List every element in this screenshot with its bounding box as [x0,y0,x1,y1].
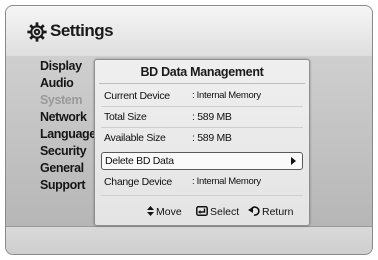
menu-item-support[interactable]: Support [40,177,96,194]
row-value: : 589 MB [192,132,232,144]
info-row-available-size: Available Size : 589 MB [104,129,301,147]
menu-item-network[interactable]: Network [40,109,96,126]
return-icon [248,206,260,217]
return-hint: Return [248,204,294,220]
row-value: : 589 MB [192,111,232,123]
change-device-button[interactable]: Change Device : Internal Memory [104,173,301,191]
info-row-total-size: Total Size : 589 MB [104,108,301,126]
dialog-footer: Move Select Return [95,204,309,220]
enter-icon [196,206,208,217]
delete-bd-data-button[interactable]: Delete BD Data [101,152,303,170]
row-label: Available Size [104,132,166,144]
menu-item-security[interactable]: Security [40,143,96,160]
menu-item-system[interactable]: System [40,92,96,109]
bd-data-dialog: BD Data Management Current Device : Inte… [94,59,310,226]
divider [101,195,303,196]
page-title: Settings [50,21,114,40]
move-hint: Move [147,204,182,220]
menu-item-general[interactable]: General [40,160,96,177]
menu-item-display[interactable]: Display [40,58,96,75]
up-down-arrows-icon [147,206,154,217]
select-label: Select [210,206,240,218]
row-label: Total Size [104,111,147,123]
gear-icon [27,22,47,42]
chevron-right-icon [291,157,296,165]
row-label: Current Device [104,90,170,102]
dialog-title: BD Data Management [140,65,264,79]
move-label: Move [156,206,182,218]
row-value: : Internal Memory [192,90,261,101]
divider [101,106,303,107]
header-bar: Settings [6,6,372,57]
divider [99,83,305,84]
return-label: Return [262,206,294,218]
info-row-current-device: Current Device : Internal Memory [104,87,301,105]
select-hint: Select [196,204,239,220]
menu-item-language[interactable]: Language [40,126,96,143]
bottom-bar [6,226,372,254]
action-value: : Internal Memory [192,176,261,187]
menu-item-audio[interactable]: Audio [40,75,96,92]
action-label: Delete BD Data [105,155,174,167]
action-label: Change Device [104,176,172,188]
divider [101,127,303,128]
settings-screen: Settings Display Audio System Network La… [5,5,373,255]
settings-menu: Display Audio System Network Language Se… [40,58,96,194]
